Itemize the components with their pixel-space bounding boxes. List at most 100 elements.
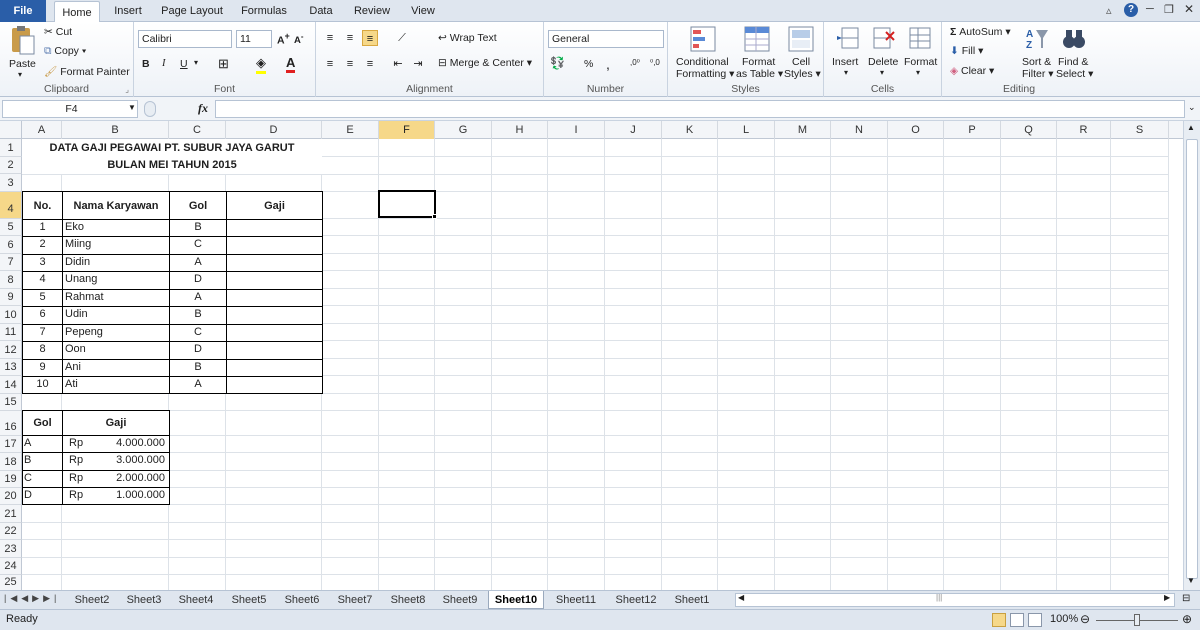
row-header-25[interactable]: 25: [0, 575, 22, 590]
decrease-indent-icon[interactable]: ⇤: [390, 56, 406, 72]
ribbon-minimize-icon[interactable]: ▵: [1106, 4, 1112, 17]
font-name-combo[interactable]: Calibri: [138, 30, 232, 48]
insert-cells-icon[interactable]: [836, 26, 860, 50]
row-header-14[interactable]: 14: [0, 376, 22, 394]
cell-gol[interactable]: A: [170, 378, 226, 390]
row-header-6[interactable]: 6: [0, 236, 22, 254]
italic-button[interactable]: I: [162, 58, 166, 69]
row-header-17[interactable]: 17: [0, 436, 22, 453]
font-size-combo[interactable]: 11: [236, 30, 272, 48]
sheet-tab[interactable]: Sheet8: [384, 591, 432, 609]
clear-button[interactable]: ◈ Clear ▾: [950, 65, 994, 77]
format-cells-icon[interactable]: [908, 26, 932, 50]
wrap-text-button[interactable]: ↩ Wrap Text: [438, 32, 497, 44]
cell-nama[interactable]: Rahmat: [65, 291, 104, 303]
column-header-c[interactable]: C: [169, 121, 226, 139]
autosum-button[interactable]: Σ AutoSum ▾: [950, 26, 1011, 38]
column-header-q[interactable]: Q: [1001, 121, 1057, 139]
normal-view-icon[interactable]: [992, 613, 1006, 627]
row-header-19[interactable]: 19: [0, 471, 22, 488]
sheet-tab[interactable]: Sheet11: [548, 591, 604, 609]
align-bottom-icon[interactable]: ≡: [362, 30, 378, 46]
select-all-corner[interactable]: [0, 121, 22, 139]
column-header-l[interactable]: L: [718, 121, 775, 139]
sheet-tab[interactable]: Sheet6: [278, 591, 326, 609]
cell-no[interactable]: 9: [23, 361, 62, 373]
sheet-nav-icons[interactable]: |◀◀▶▶|: [4, 593, 60, 604]
row-header-11[interactable]: 11: [0, 324, 22, 341]
lookup-gaji[interactable]: 4.000.000: [93, 437, 165, 449]
orientation-icon[interactable]: ⟋: [394, 30, 410, 46]
row-header-24[interactable]: 24: [0, 558, 22, 575]
scroll-down-icon[interactable]: ▼: [1187, 576, 1195, 585]
vertical-scrollbar[interactable]: ▲ ▼: [1183, 121, 1200, 590]
lookup-gaji[interactable]: 1.000.000: [93, 489, 165, 501]
paste-label[interactable]: Paste: [9, 58, 36, 70]
sheet-tab[interactable]: Sheet9: [436, 591, 484, 609]
comma-button[interactable]: ,: [606, 56, 610, 72]
row-header-9[interactable]: 9: [0, 289, 22, 306]
cell-gol[interactable]: D: [170, 273, 226, 285]
row-header-10[interactable]: 10: [0, 306, 22, 324]
header-no[interactable]: No.: [23, 200, 62, 212]
borders-icon[interactable]: ⊞: [218, 56, 229, 72]
tab-file[interactable]: File: [0, 0, 46, 22]
cell-no[interactable]: 5: [23, 291, 62, 303]
row-header-4[interactable]: 4: [0, 192, 22, 219]
column-header-s[interactable]: S: [1111, 121, 1169, 139]
cell-no[interactable]: 2: [23, 238, 62, 250]
conditional-formatting-icon[interactable]: [690, 26, 716, 52]
row-header-23[interactable]: 23: [0, 540, 22, 558]
zoom-out-icon[interactable]: ⊖: [1080, 612, 1090, 626]
formula-bar-expand-icon[interactable]: ⌄: [1188, 102, 1196, 113]
cell-nama[interactable]: Pepeng: [65, 326, 103, 338]
increase-decimal-icon[interactable]: ,0⁰: [630, 58, 640, 67]
fx-icon[interactable]: fx: [198, 101, 208, 116]
binoculars-icon[interactable]: [1062, 26, 1086, 52]
column-header-m[interactable]: M: [775, 121, 831, 139]
header-gaji[interactable]: Gaji: [227, 200, 322, 212]
column-header-d[interactable]: D: [226, 121, 322, 139]
align-middle-icon[interactable]: ≡: [342, 30, 358, 46]
row-header-5[interactable]: 5: [0, 219, 22, 236]
cell-no[interactable]: 10: [23, 378, 62, 390]
row-header-15[interactable]: 15: [0, 394, 22, 411]
scroll-up-icon[interactable]: ▲: [1187, 123, 1195, 132]
cell-no[interactable]: 3: [23, 256, 62, 268]
minimize-icon[interactable]: ─: [1146, 3, 1154, 15]
tab-page-layout[interactable]: Page Layout: [158, 0, 226, 22]
sheet-tab[interactable]: Sheet7: [331, 591, 379, 609]
column-header-g[interactable]: G: [435, 121, 492, 139]
horizontal-scrollbar[interactable]: ◀ ||| ▶: [735, 593, 1175, 607]
cell-no[interactable]: 1: [23, 221, 62, 233]
cell-gol[interactable]: A: [170, 256, 226, 268]
lookup-header-gaji[interactable]: Gaji: [63, 417, 169, 429]
align-center-icon[interactable]: ≡: [342, 56, 358, 72]
sheet-tab[interactable]: Sheet4: [172, 591, 220, 609]
cell-nama[interactable]: Didin: [65, 256, 90, 268]
tab-home[interactable]: Home: [54, 1, 100, 23]
copy-button[interactable]: ⧉ Copy ▾: [44, 45, 86, 58]
merge-center-button[interactable]: ⊟ Merge & Center ▾: [438, 57, 532, 69]
column-header-a[interactable]: A: [22, 121, 62, 139]
as-table-label[interactable]: as Table ▾: [736, 68, 783, 80]
header-gol[interactable]: Gol: [170, 200, 226, 212]
cell-nama[interactable]: Miing: [65, 238, 91, 250]
underline-button[interactable]: U: [180, 58, 188, 70]
format-cells-label[interactable]: Format: [904, 56, 937, 68]
lookup-gol[interactable]: D: [24, 489, 32, 501]
sheet-tab[interactable]: Sheet3: [120, 591, 168, 609]
column-header-j[interactable]: J: [605, 121, 662, 139]
restore-icon[interactable]: ❐: [1164, 3, 1174, 16]
name-box-dropdown-icon[interactable]: ▼: [128, 103, 136, 112]
sheet-tab[interactable]: Sheet5: [225, 591, 273, 609]
row-header-16[interactable]: 16: [0, 411, 22, 436]
cell-no[interactable]: 8: [23, 343, 62, 355]
cell-no[interactable]: 4: [23, 273, 62, 285]
select-label[interactable]: Select ▾: [1056, 68, 1093, 80]
sheet-tab[interactable]: Sheet2: [68, 591, 116, 609]
lookup-currency[interactable]: Rp: [69, 489, 83, 501]
increase-indent-icon[interactable]: ⇥: [410, 56, 426, 72]
zoom-level[interactable]: 100%: [1050, 613, 1078, 625]
active-cell-f4[interactable]: [378, 190, 436, 218]
